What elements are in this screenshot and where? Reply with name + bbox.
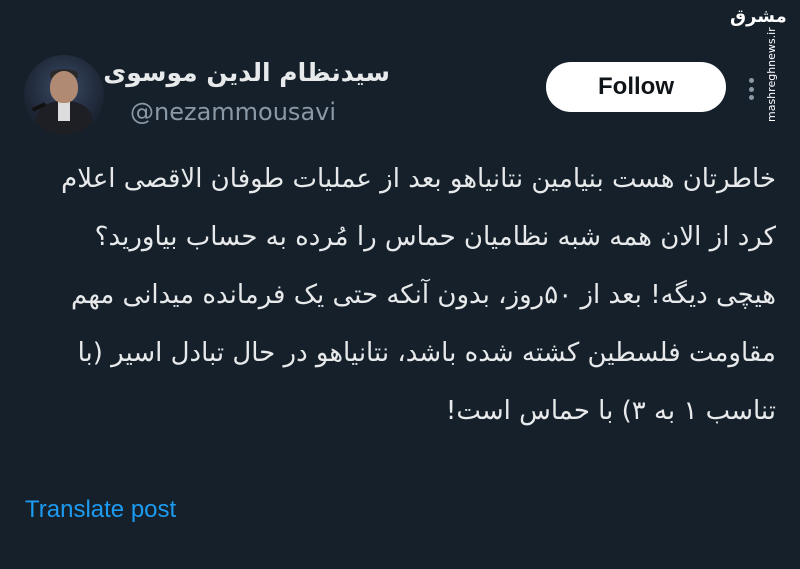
tweet-text: خاطرتان هست بنیامین نتانیاهو بعد از عملی… [26,150,776,440]
avatar[interactable] [24,55,104,135]
more-dots-icon[interactable] [749,78,755,100]
translate-post-link[interactable]: Translate post [25,496,176,524]
follow-button[interactable]: Follow [546,62,726,112]
watermark-url: mashreghnews.ir [765,27,778,122]
author-handle[interactable]: @nezammousavi [130,98,336,126]
tweet-paragraph-1: خاطرتان هست بنیامین نتانیاهو بعد از عملی… [61,164,776,252]
watermark-logo: مشرق [730,6,787,27]
author-display-name[interactable]: سیدنظام الدین موسوی [103,58,390,87]
tweet-paragraph-2: هیچی دیگه! بعد از ۵۰روز، بدون آنکه حتی ی… [71,280,776,426]
